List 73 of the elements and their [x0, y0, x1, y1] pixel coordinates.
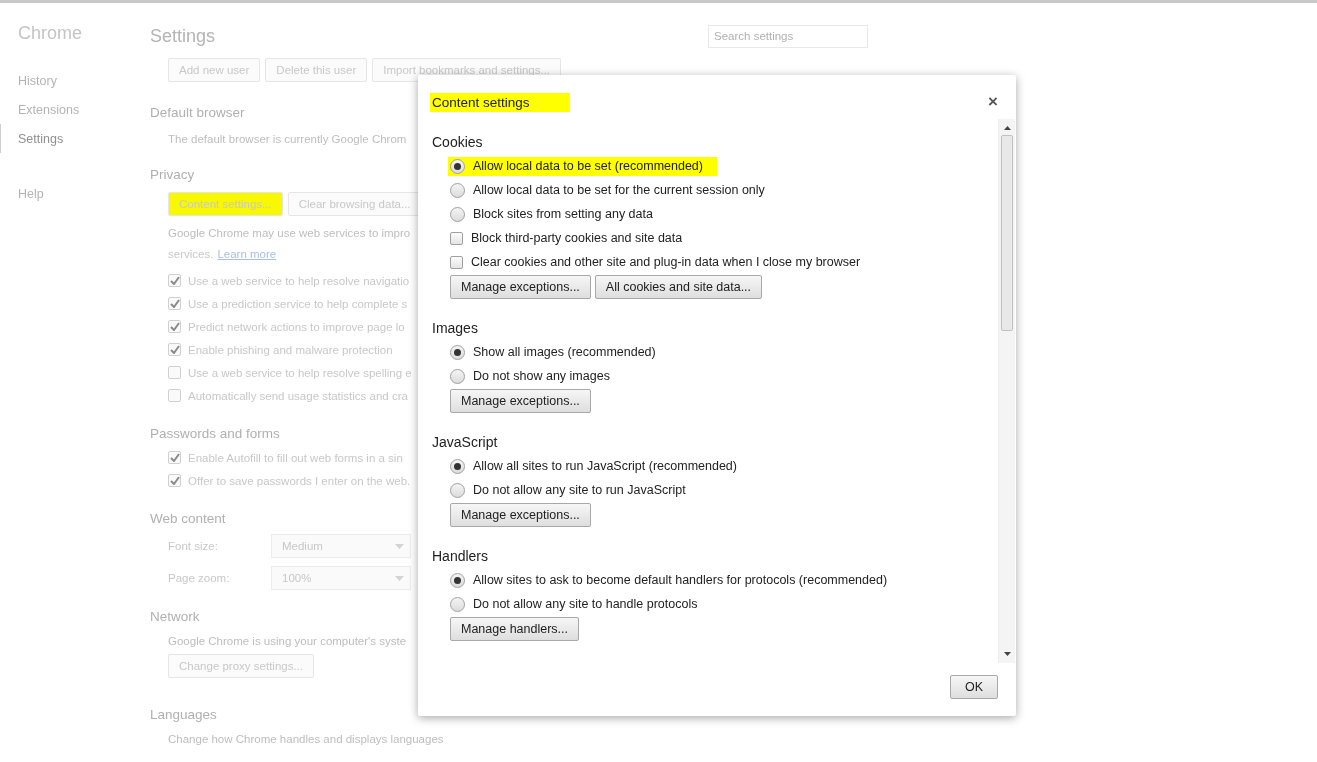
checkbox[interactable] — [450, 255, 463, 269]
close-button[interactable]: × — [984, 92, 1002, 112]
section-text: Google Chrome may use web services to impro — [168, 225, 411, 241]
section-title: Handlers — [432, 547, 489, 566]
checkbox[interactable] — [168, 366, 181, 379]
check-icon — [169, 476, 180, 485]
section-title: Images — [432, 319, 478, 338]
dialog-button[interactable]: Manage exceptions... — [450, 389, 591, 413]
check-icon — [169, 299, 180, 308]
option-label: Allow local data to be set (recommended) — [473, 159, 703, 173]
section-title: Passwords and forms — [150, 424, 280, 443]
option-label: Block sites from setting any data — [473, 207, 653, 221]
section-title: Default browser — [150, 103, 245, 122]
option-label: Show all images (recommended) — [473, 345, 656, 359]
radio-button[interactable] — [450, 596, 465, 612]
checkbox[interactable] — [168, 274, 181, 287]
section-title: Privacy — [150, 165, 195, 184]
privacy-button[interactable]: Content settings... — [168, 192, 283, 216]
radio-button[interactable] — [450, 458, 465, 474]
scroll-up-icon — [1004, 126, 1011, 130]
option-label: Do not allow any site to run JavaScript — [473, 483, 686, 497]
checkbox[interactable] — [168, 451, 181, 464]
checkbox[interactable] — [168, 297, 181, 310]
dialog-button[interactable]: Manage exceptions... — [450, 275, 591, 299]
scroll-down-icon — [1004, 652, 1011, 656]
section-text: Change how Chrome handles and displays languages — [168, 731, 444, 747]
sidebar-item[interactable]: Settings — [0, 124, 130, 153]
section-text: The default browser is currently Google Chrom — [168, 131, 407, 147]
dialog-button[interactable]: Manage handlers... — [450, 617, 579, 641]
radio-button[interactable] — [450, 368, 465, 384]
page-title: Settings — [150, 25, 217, 47]
checkbox[interactable] — [168, 320, 181, 333]
section-title: Web content — [150, 509, 226, 528]
scrollbar-thumb[interactable] — [1001, 135, 1013, 331]
option-label: Block third-party cookies and site data — [471, 231, 683, 245]
ok-button[interactable]: OK — [950, 675, 998, 699]
sidebar-item[interactable]: Extensions — [0, 95, 130, 124]
dropdown-arrow-icon — [395, 575, 404, 581]
sidebar-item[interactable]: History — [0, 66, 130, 95]
section-text: Google Chrome is using your computer's syste — [168, 633, 407, 649]
search-field[interactable]: Search settings — [708, 24, 868, 48]
check-icon — [169, 276, 180, 285]
option-label: Allow all sites to run JavaScript (recommended) — [473, 459, 737, 473]
radio-button[interactable] — [450, 158, 465, 174]
option-label: Do not show any images — [473, 369, 610, 383]
learn-more-link[interactable]: Learn more — [217, 247, 277, 260]
section-title: Cookies — [432, 133, 483, 152]
radio-button[interactable] — [450, 182, 465, 198]
scrollbar[interactable] — [998, 119, 1015, 663]
dropdown-arrow-icon — [395, 543, 404, 549]
dialog-title: Content settings — [430, 92, 570, 112]
check-icon — [169, 322, 180, 331]
checkbox[interactable] — [168, 474, 181, 487]
section-title: Network — [150, 607, 200, 626]
radio-button[interactable] — [450, 572, 465, 588]
checkbox[interactable] — [168, 389, 181, 402]
radio-button[interactable] — [450, 482, 465, 498]
option-label: Allow local data to be set for the current session only — [473, 183, 765, 197]
check-icon — [169, 345, 180, 354]
sidebar-title: Chrome — [17, 23, 84, 44]
option-label: Clear cookies and other site and plug-in data when I close my browser — [471, 255, 861, 269]
option-label: Allow sites to ask to become default handlers for protocols (recommended) — [473, 573, 888, 587]
check-icon — [169, 453, 180, 462]
dialog-button[interactable]: All cookies and site data... — [594, 275, 763, 299]
checkbox[interactable] — [168, 343, 181, 356]
radio-button[interactable] — [450, 206, 465, 222]
radio-button[interactable] — [450, 344, 465, 360]
sidebar-item[interactable]: Help — [0, 179, 130, 208]
option-label: Do not allow any site to handle protocols — [473, 597, 698, 611]
section-title: Languages — [150, 705, 217, 724]
section-title: JavaScript — [432, 433, 498, 452]
checkbox[interactable] — [450, 231, 463, 245]
dialog-button[interactable]: Manage exceptions... — [450, 503, 591, 527]
